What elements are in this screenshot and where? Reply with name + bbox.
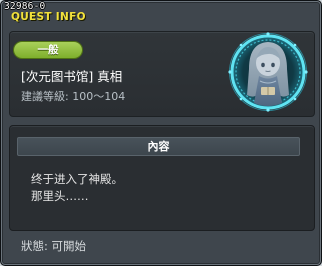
quest-info-window: 32986-0 QUEST INFO 一般 [次元图书馆] 真相 建議等級: 1… [0, 0, 322, 266]
description-line: 终于进入了神殿。 [31, 172, 123, 186]
window-title: QUEST INFO [11, 11, 86, 23]
npc-portrait-icon [227, 29, 309, 115]
contents-header: 內容 [17, 137, 300, 156]
quest-status: 狀態: 可開始 [21, 239, 87, 253]
recommended-level: 建議等級: 100～104 [21, 90, 126, 103]
description-line: 那里头…… [31, 189, 89, 203]
quest-name: [次元图书馆] 真相 [21, 69, 123, 84]
category-badge: 一般 [14, 42, 82, 58]
